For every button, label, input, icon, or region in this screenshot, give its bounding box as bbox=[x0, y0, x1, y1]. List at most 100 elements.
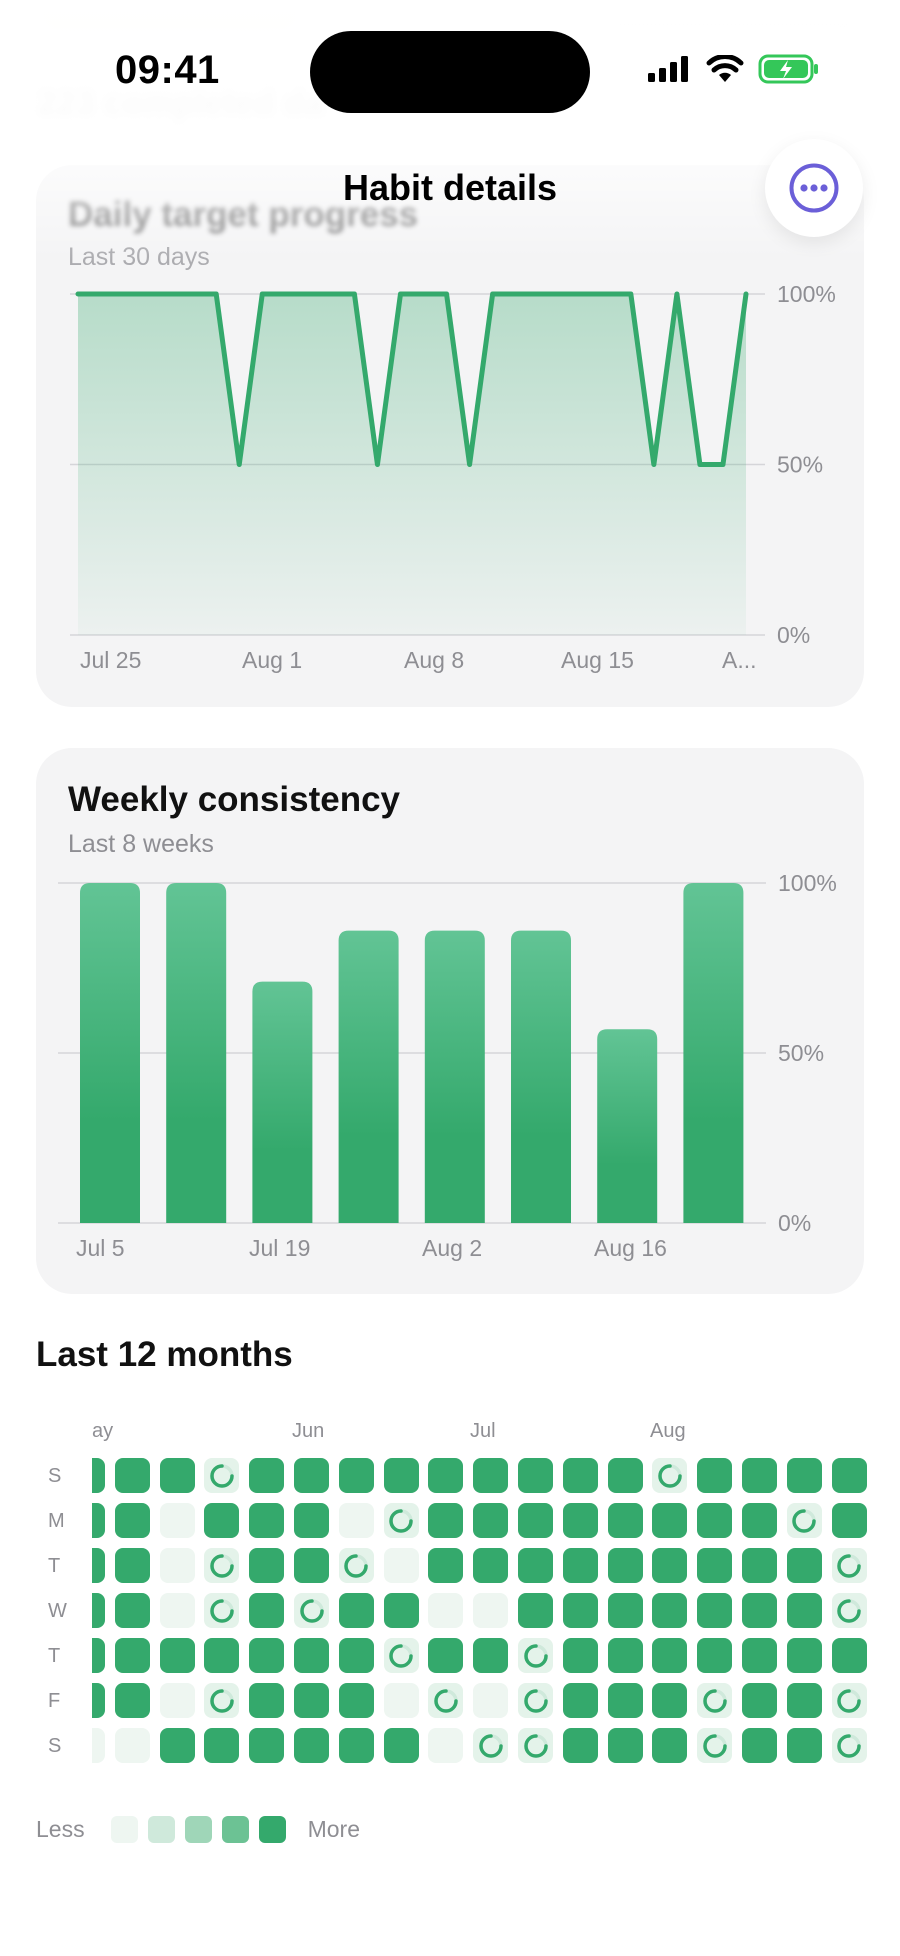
heatmap-cell[interactable] bbox=[652, 1593, 688, 1628]
heatmap-cell[interactable] bbox=[383, 1593, 419, 1628]
heatmap-cell[interactable] bbox=[652, 1503, 688, 1538]
heatmap-cell[interactable] bbox=[159, 1728, 195, 1763]
heatmap-cell[interactable] bbox=[114, 1638, 150, 1673]
heatmap-cell[interactable] bbox=[338, 1548, 374, 1583]
heatmap-cell[interactable] bbox=[428, 1683, 464, 1718]
heatmap-cell[interactable] bbox=[294, 1548, 329, 1583]
heatmap-cell[interactable] bbox=[159, 1638, 195, 1673]
heatmap-cell[interactable] bbox=[383, 1503, 419, 1538]
heatmap-cell[interactable] bbox=[92, 1548, 105, 1583]
heatmap-cell[interactable] bbox=[742, 1593, 777, 1628]
heatmap-cell[interactable] bbox=[607, 1593, 643, 1628]
heatmap-cell[interactable] bbox=[786, 1593, 822, 1628]
heatmap-cell[interactable] bbox=[249, 1548, 285, 1583]
heatmap-cell[interactable] bbox=[92, 1593, 105, 1628]
heatmap-cell[interactable] bbox=[159, 1458, 195, 1493]
heatmap-cell[interactable] bbox=[92, 1503, 105, 1538]
heatmap-cell[interactable] bbox=[294, 1503, 329, 1538]
heatmap-cell[interactable] bbox=[92, 1728, 105, 1763]
heatmap-cell[interactable] bbox=[249, 1503, 285, 1538]
heatmap-cell[interactable] bbox=[652, 1683, 688, 1718]
heatmap-cell[interactable] bbox=[204, 1638, 240, 1673]
heatmap-cell[interactable] bbox=[428, 1593, 464, 1628]
heatmap-cell[interactable] bbox=[338, 1728, 374, 1763]
heatmap-cell[interactable] bbox=[607, 1683, 643, 1718]
heatmap-cell[interactable] bbox=[562, 1638, 598, 1673]
heatmap-cell[interactable] bbox=[249, 1638, 285, 1673]
heatmap-cell[interactable] bbox=[114, 1683, 150, 1718]
heatmap-cell[interactable] bbox=[697, 1458, 733, 1493]
heatmap-cell[interactable] bbox=[383, 1638, 419, 1673]
heatmap-cell[interactable] bbox=[338, 1683, 374, 1718]
heatmap-cell[interactable] bbox=[518, 1548, 553, 1583]
heatmap-cell[interactable] bbox=[518, 1728, 553, 1763]
heatmap-cell[interactable] bbox=[562, 1548, 598, 1583]
heatmap-cell[interactable] bbox=[428, 1728, 464, 1763]
heatmap-cell[interactable] bbox=[652, 1458, 688, 1493]
heatmap-cell[interactable] bbox=[383, 1548, 419, 1583]
heatmap-cell[interactable] bbox=[294, 1728, 329, 1763]
heatmap-cell[interactable] bbox=[518, 1638, 553, 1673]
heatmap-cell[interactable] bbox=[831, 1683, 867, 1718]
heatmap-cell[interactable] bbox=[92, 1638, 105, 1673]
heatmap-cell[interactable] bbox=[383, 1683, 419, 1718]
heatmap-cell[interactable] bbox=[697, 1593, 733, 1628]
heatmap-cell[interactable] bbox=[607, 1728, 643, 1763]
heatmap-cell[interactable] bbox=[249, 1728, 285, 1763]
heatmap-cell[interactable] bbox=[652, 1638, 688, 1673]
heatmap-cell[interactable] bbox=[338, 1593, 374, 1628]
heatmap-cell[interactable] bbox=[428, 1548, 464, 1583]
heatmap-cell[interactable] bbox=[742, 1728, 777, 1763]
heatmap-cell[interactable] bbox=[518, 1683, 553, 1718]
heatmap-cell[interactable] bbox=[697, 1728, 733, 1763]
heatmap-cell[interactable] bbox=[204, 1503, 240, 1538]
heatmap-cell[interactable] bbox=[473, 1548, 509, 1583]
heatmap-cell[interactable] bbox=[159, 1683, 195, 1718]
heatmap-cell[interactable] bbox=[294, 1458, 329, 1493]
heatmap-cell[interactable] bbox=[607, 1503, 643, 1538]
heatmap-cell[interactable] bbox=[473, 1683, 509, 1718]
heatmap-cell[interactable] bbox=[473, 1503, 509, 1538]
heatmap-cell[interactable] bbox=[831, 1548, 867, 1583]
heatmap-cell[interactable] bbox=[338, 1458, 374, 1493]
heatmap-cell[interactable] bbox=[697, 1503, 733, 1538]
heatmap-cell[interactable] bbox=[518, 1503, 553, 1538]
heatmap-cell[interactable] bbox=[831, 1458, 867, 1493]
heatmap-cell[interactable] bbox=[652, 1548, 688, 1583]
heatmap-cell[interactable] bbox=[786, 1503, 822, 1538]
heatmap-cell[interactable] bbox=[92, 1683, 105, 1718]
heatmap-cell[interactable] bbox=[607, 1458, 643, 1493]
heatmap-cell[interactable] bbox=[652, 1728, 688, 1763]
heatmap-cell[interactable] bbox=[831, 1593, 867, 1628]
heatmap-cell[interactable] bbox=[473, 1728, 509, 1763]
heatmap-cell[interactable] bbox=[742, 1638, 777, 1673]
heatmap-cell[interactable] bbox=[204, 1548, 240, 1583]
heatmap-cell[interactable] bbox=[786, 1638, 822, 1673]
heatmap-cell[interactable] bbox=[518, 1593, 553, 1628]
heatmap-cell[interactable] bbox=[562, 1458, 598, 1493]
heatmap-cell[interactable] bbox=[294, 1683, 329, 1718]
heatmap-cell[interactable] bbox=[114, 1503, 150, 1538]
heatmap-cell[interactable] bbox=[159, 1593, 195, 1628]
heatmap-cell[interactable] bbox=[338, 1638, 374, 1673]
heatmap-cell[interactable] bbox=[204, 1683, 240, 1718]
heatmap-cell[interactable] bbox=[428, 1458, 464, 1493]
heatmap-cell[interactable] bbox=[562, 1683, 598, 1718]
heatmap-cell[interactable] bbox=[159, 1548, 195, 1583]
heatmap-cell[interactable] bbox=[249, 1593, 285, 1628]
heatmap-cell[interactable] bbox=[697, 1638, 733, 1673]
heatmap-cell[interactable] bbox=[742, 1458, 777, 1493]
heatmap-cell[interactable] bbox=[383, 1458, 419, 1493]
heatmap-cell[interactable] bbox=[562, 1503, 598, 1538]
heatmap-cell[interactable] bbox=[159, 1503, 195, 1538]
heatmap-cell[interactable] bbox=[383, 1728, 419, 1763]
heatmap-cell[interactable] bbox=[562, 1728, 598, 1763]
heatmap-cell[interactable] bbox=[786, 1548, 822, 1583]
heatmap-cell[interactable] bbox=[831, 1728, 867, 1763]
heatmap-cell[interactable] bbox=[204, 1458, 240, 1493]
heatmap-cell[interactable] bbox=[831, 1503, 867, 1538]
heatmap-cell[interactable] bbox=[204, 1728, 240, 1763]
heatmap-cell[interactable] bbox=[473, 1593, 509, 1628]
heatmap-cell[interactable] bbox=[562, 1593, 598, 1628]
heatmap-cell[interactable] bbox=[473, 1458, 509, 1493]
